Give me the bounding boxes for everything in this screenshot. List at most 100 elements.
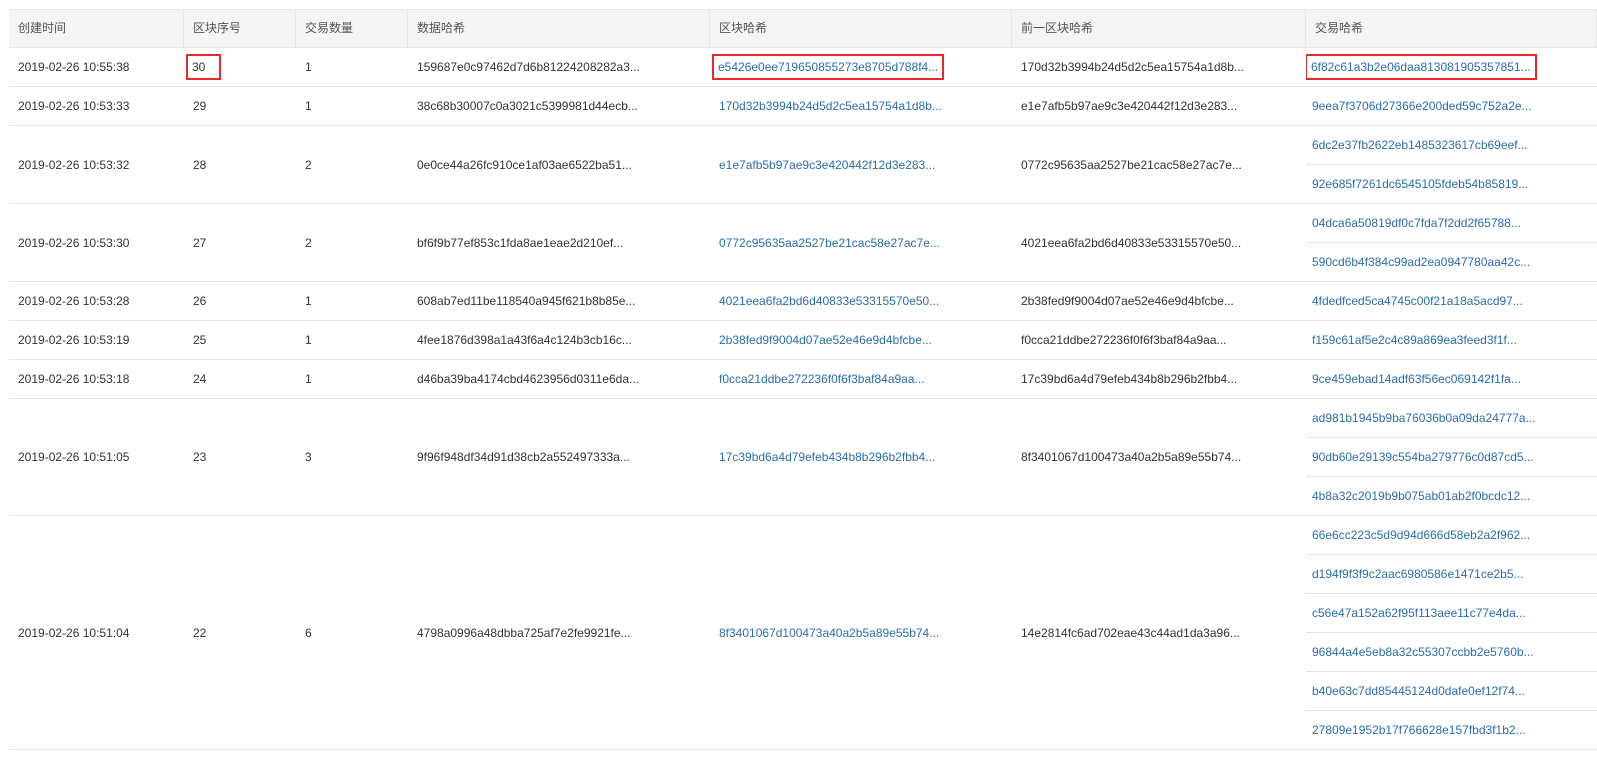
tx-hash-item: 66e6cc223c5d9d94d666d58eb2a2f962... bbox=[1306, 516, 1597, 555]
tx-hash-list: 9ce459ebad14adf63f56ec069142f1fa... bbox=[1306, 360, 1597, 398]
tx-hash-item: 96844a4e5eb8a32c55307ccbb2e5760b... bbox=[1306, 633, 1597, 672]
block-number-cell: 22 bbox=[184, 516, 296, 749]
tx-hash-link[interactable]: ad981b1945b9ba76036b0a09da24777a... bbox=[1312, 411, 1536, 425]
tx-hash-link[interactable]: 6f82c61a3b2e06daa813081905357851... bbox=[1306, 54, 1537, 80]
prev-block-hash: 2b38fed9f9004d07ae52e46e9d4bfcbe... bbox=[1021, 294, 1234, 308]
block-hash-link[interactable]: 4021eea6fa2bd6d40833e53315570e50... bbox=[719, 294, 939, 308]
tx-hash-link[interactable]: 90db60e29139c554ba279776c0d87cd5... bbox=[1312, 450, 1534, 464]
block-number: 24 bbox=[193, 372, 207, 386]
tx-hash-item: 04dca6a50819df0c7fda7f2dd2f65788... bbox=[1306, 204, 1597, 243]
tx-hash-link[interactable]: 04dca6a50819df0c7fda7f2dd2f65788... bbox=[1312, 216, 1521, 230]
data-hash-cell: d46ba39ba4174cbd4623956d0311e6da... bbox=[408, 360, 710, 398]
tx-hash-link[interactable]: f159c61af5e2c4c89a869ea3feed3f1f... bbox=[1312, 333, 1517, 347]
tx-hash-item: 4b8a32c2019b9b075ab01ab2f0bcdc12... bbox=[1306, 477, 1597, 515]
block-hash-link[interactable]: 170d32b3994b24d5d2c5ea15754a1d8b... bbox=[719, 99, 942, 113]
tx-hash-link[interactable]: 96844a4e5eb8a32c55307ccbb2e5760b... bbox=[1312, 645, 1534, 659]
block-number-cell: 30 bbox=[184, 48, 296, 86]
created-time: 2019-02-26 10:55:38 bbox=[18, 60, 130, 74]
prev-block-hash-cell: 17c39bd6a4d79efeb434b8b296b2fbb4... bbox=[1012, 360, 1306, 398]
column-header-data-hash[interactable]: 数据哈希 bbox=[408, 10, 710, 47]
block-hash-link-cell: 4021eea6fa2bd6d40833e53315570e50... bbox=[710, 282, 1012, 320]
tx-hash-item: 4fdedfced5ca4745c00f21a18a5acd97... bbox=[1306, 282, 1597, 320]
prev-block-hash: f0cca21ddbe272236f0f6f3baf84a9aa... bbox=[1021, 333, 1227, 347]
data-hash: 38c68b30007c0a3021c5399981d44ecb... bbox=[417, 99, 638, 113]
tx-count-cell: 1 bbox=[296, 360, 408, 398]
tx-hash-item: c56e47a152a62f95f113aee11c77e4da... bbox=[1306, 594, 1597, 633]
tx-hash-link[interactable]: 590cd6b4f384c99ad2ea0947780aa42c... bbox=[1312, 255, 1530, 269]
tx-count: 1 bbox=[305, 333, 312, 347]
tx-hash-link[interactable]: 4b8a32c2019b9b075ab01ab2f0bcdc12... bbox=[1312, 489, 1530, 503]
block-hash-link[interactable]: e1e7afb5b97ae9c3e420442f12d3e283... bbox=[719, 158, 935, 172]
tx-hash-link[interactable]: 66e6cc223c5d9d94d666d58eb2a2f962... bbox=[1312, 528, 1530, 542]
tx-hash-link[interactable]: d194f9f3f9c2aac6980586e1471ce2b5... bbox=[1312, 567, 1524, 581]
table-row: 2019-02-26 10:55:38 30 1 159687e0c97462d7d6… bbox=[9, 48, 1597, 87]
tx-hash-link[interactable]: 27809e1952b17f766628e157fbd3f1b2... bbox=[1312, 723, 1526, 737]
prev-block-hash: 8f3401067d100473a40a2b5a89e55b74... bbox=[1021, 450, 1242, 464]
tx-count-cell: 1 bbox=[296, 48, 408, 86]
created-time-cell: 2019-02-26 10:53:30 bbox=[9, 204, 184, 281]
data-hash-cell: 4798a0996a48dbba725af7e2fe9921fe... bbox=[408, 516, 710, 749]
block-hash-link[interactable]: e5426e0ee719650855273e8705d788f4... bbox=[712, 54, 945, 80]
prev-block-hash-cell: 2b38fed9f9004d07ae52e46e9d4bfcbe... bbox=[1012, 282, 1306, 320]
created-time: 2019-02-26 10:51:04 bbox=[18, 625, 130, 640]
tx-hash-link[interactable]: 92e685f7261dc6545105fdeb54b85819... bbox=[1312, 177, 1528, 191]
created-time-cell: 2019-02-26 10:53:32 bbox=[9, 126, 184, 203]
block-table: 创建时间 区块序号 交易数量 数据哈希 区块哈希 前一区块哈希 交易哈希 201… bbox=[9, 9, 1597, 750]
tx-hash-list: f159c61af5e2c4c89a869ea3feed3f1f... bbox=[1306, 321, 1597, 359]
block-hash-link[interactable]: 2b38fed9f9004d07ae52e46e9d4bfcbe... bbox=[719, 333, 932, 347]
tx-hash-list: 66e6cc223c5d9d94d666d58eb2a2f962... d194f… bbox=[1306, 516, 1597, 749]
column-header-prev-hash[interactable]: 前一区块哈希 bbox=[1012, 10, 1306, 47]
tx-hash-item: 92e685f7261dc6545105fdeb54b85819... bbox=[1306, 165, 1597, 203]
tx-count: 1 bbox=[305, 294, 312, 308]
created-time-cell: 2019-02-26 10:53:33 bbox=[9, 87, 184, 125]
tx-hash-link[interactable]: 9eea7f3706d27366e200ded59c752a2e... bbox=[1312, 99, 1532, 113]
tx-hash-link[interactable]: b40e63c7dd85445124d0dafe0ef12f74... bbox=[1312, 684, 1525, 698]
block-number: 26 bbox=[193, 294, 207, 308]
column-header-block-hash[interactable]: 区块哈希 bbox=[710, 10, 1012, 47]
tx-hash-item: b40e63c7dd85445124d0dafe0ef12f74... bbox=[1306, 672, 1597, 711]
data-hash-cell: 9f96f948df34d91d38cb2a552497333a... bbox=[408, 399, 710, 515]
block-number: 27 bbox=[193, 235, 207, 250]
tx-hash-link[interactable]: c56e47a152a62f95f113aee11c77e4da... bbox=[1312, 606, 1526, 620]
tx-hash-link[interactable]: 6dc2e37fb2622eb1485323617cb69eef... bbox=[1312, 138, 1528, 152]
prev-block-hash: 14e2814fc6ad702eae43c44ad1da3a96... bbox=[1021, 625, 1240, 640]
created-time-cell: 2019-02-26 10:51:04 bbox=[9, 516, 184, 749]
data-hash: 4798a0996a48dbba725af7e2fe9921fe... bbox=[417, 625, 631, 640]
block-number: 28 bbox=[193, 157, 207, 172]
column-header-tx-hash[interactable]: 交易哈希 bbox=[1306, 10, 1597, 47]
created-time: 2019-02-26 10:51:05 bbox=[18, 450, 130, 464]
table-row: 2019-02-26 10:53:33 29 1 38c68b30007c0a3021… bbox=[9, 87, 1597, 126]
tx-count: 2 bbox=[305, 157, 312, 172]
created-time-cell: 2019-02-26 10:53:28 bbox=[9, 282, 184, 320]
column-header-block-number[interactable]: 区块序号 bbox=[184, 10, 296, 47]
block-hash-link[interactable]: f0cca21ddbe272236f0f6f3baf84a9aa... bbox=[719, 372, 925, 386]
created-time: 2019-02-26 10:53:33 bbox=[18, 99, 130, 113]
created-time: 2019-02-26 10:53:30 bbox=[18, 235, 130, 250]
tx-hash-item: f159c61af5e2c4c89a869ea3feed3f1f... bbox=[1306, 321, 1597, 359]
block-number: 23 bbox=[193, 450, 207, 464]
block-hash-link[interactable]: 17c39bd6a4d79efeb434b8b296b2fbb4... bbox=[719, 450, 935, 464]
tx-count: 6 bbox=[305, 625, 312, 640]
prev-block-hash: 170d32b3994b24d5d2c5ea15754a1d8b... bbox=[1021, 60, 1244, 74]
tx-hash-link[interactable]: 9ce459ebad14adf63f56ec069142f1fa... bbox=[1312, 372, 1521, 386]
block-hash-link-cell: 2b38fed9f9004d07ae52e46e9d4bfcbe... bbox=[710, 321, 1012, 359]
block-hash-link-cell: e1e7afb5b97ae9c3e420442f12d3e283... bbox=[710, 126, 1012, 203]
column-header-tx-count[interactable]: 交易数量 bbox=[296, 10, 408, 47]
tx-hash-link[interactable]: 4fdedfced5ca4745c00f21a18a5acd97... bbox=[1312, 294, 1523, 308]
data-hash: 608ab7ed11be118540a945f621b8b85e... bbox=[417, 294, 636, 308]
block-hash-link[interactable]: 8f3401067d100473a40a2b5a89e55b74... bbox=[719, 626, 939, 640]
tx-hash-item: 27809e1952b17f766628e157fbd3f1b2... bbox=[1306, 711, 1597, 749]
tx-count-cell: 3 bbox=[296, 399, 408, 515]
tx-hash-item: 9eea7f3706d27366e200ded59c752a2e... bbox=[1306, 87, 1597, 125]
data-hash-cell: 38c68b30007c0a3021c5399981d44ecb... bbox=[408, 87, 710, 125]
table-header: 创建时间 区块序号 交易数量 数据哈希 区块哈希 前一区块哈希 交易哈希 bbox=[9, 9, 1597, 48]
column-header-created-time[interactable]: 创建时间 bbox=[9, 10, 184, 47]
block-number: 30 bbox=[186, 54, 221, 80]
created-time-cell: 2019-02-26 10:51:05 bbox=[9, 399, 184, 515]
block-hash-link[interactable]: 0772c95635aa2527be21cac58e27ac7e... bbox=[719, 236, 940, 250]
tx-count-cell: 2 bbox=[296, 126, 408, 203]
tx-count: 1 bbox=[305, 372, 312, 386]
prev-block-hash: e1e7afb5b97ae9c3e420442f12d3e283... bbox=[1021, 99, 1238, 113]
created-time: 2019-02-26 10:53:28 bbox=[18, 294, 130, 308]
block-hash-link-cell: f0cca21ddbe272236f0f6f3baf84a9aa... bbox=[710, 360, 1012, 398]
